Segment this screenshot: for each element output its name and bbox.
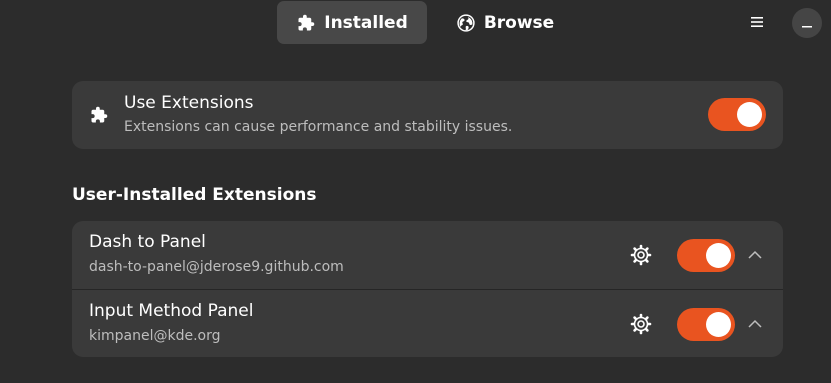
extension-name: Input Method Panel [89, 301, 254, 321]
settings-gear-icon[interactable] [629, 312, 653, 336]
minimize-button[interactable] [792, 8, 822, 38]
use-extensions-title: Use Extensions [124, 93, 254, 113]
minimize-icon [801, 14, 813, 33]
globe-icon [456, 13, 476, 33]
toggle-knob [706, 243, 731, 268]
toggle-knob [706, 312, 731, 337]
use-extensions-subtitle: Extensions can cause performance and sta… [124, 119, 513, 135]
extension-id: kimpanel@kde.org [89, 328, 221, 344]
extensions-list: Dash to Panel dash-to-panel@jderose9.git… [72, 221, 783, 357]
puzzle-icon [90, 106, 108, 124]
settings-gear-icon[interactable] [629, 243, 653, 267]
extension-toggle[interactable] [677, 308, 735, 341]
extension-name: Dash to Panel [89, 232, 206, 252]
chevron-up-icon[interactable] [746, 247, 764, 263]
extension-manager-window: Installed Browse Use Extensions Extensio… [0, 0, 831, 383]
main-menu-button[interactable] [741, 8, 773, 36]
tab-browse-label: Browse [483, 12, 555, 33]
toggle-knob [737, 102, 762, 127]
use-extensions-toggle[interactable] [708, 98, 766, 131]
header-bar: Installed Browse [0, 0, 831, 46]
hamburger-menu-icon [750, 13, 764, 32]
list-item: Input Method Panel kimpanel@kde.org [72, 289, 783, 357]
list-item: Dash to Panel dash-to-panel@jderose9.git… [72, 221, 783, 289]
tab-installed[interactable]: Installed [277, 1, 427, 44]
use-extensions-row: Use Extensions Extensions can cause perf… [72, 81, 783, 149]
section-title: User-Installed Extensions [72, 185, 317, 205]
tab-installed-label: Installed [324, 12, 408, 33]
puzzle-icon [296, 13, 316, 33]
chevron-up-icon[interactable] [746, 316, 764, 332]
extension-id: dash-to-panel@jderose9.github.com [89, 259, 344, 275]
tab-browse[interactable]: Browse [448, 1, 562, 44]
extension-toggle[interactable] [677, 239, 735, 272]
